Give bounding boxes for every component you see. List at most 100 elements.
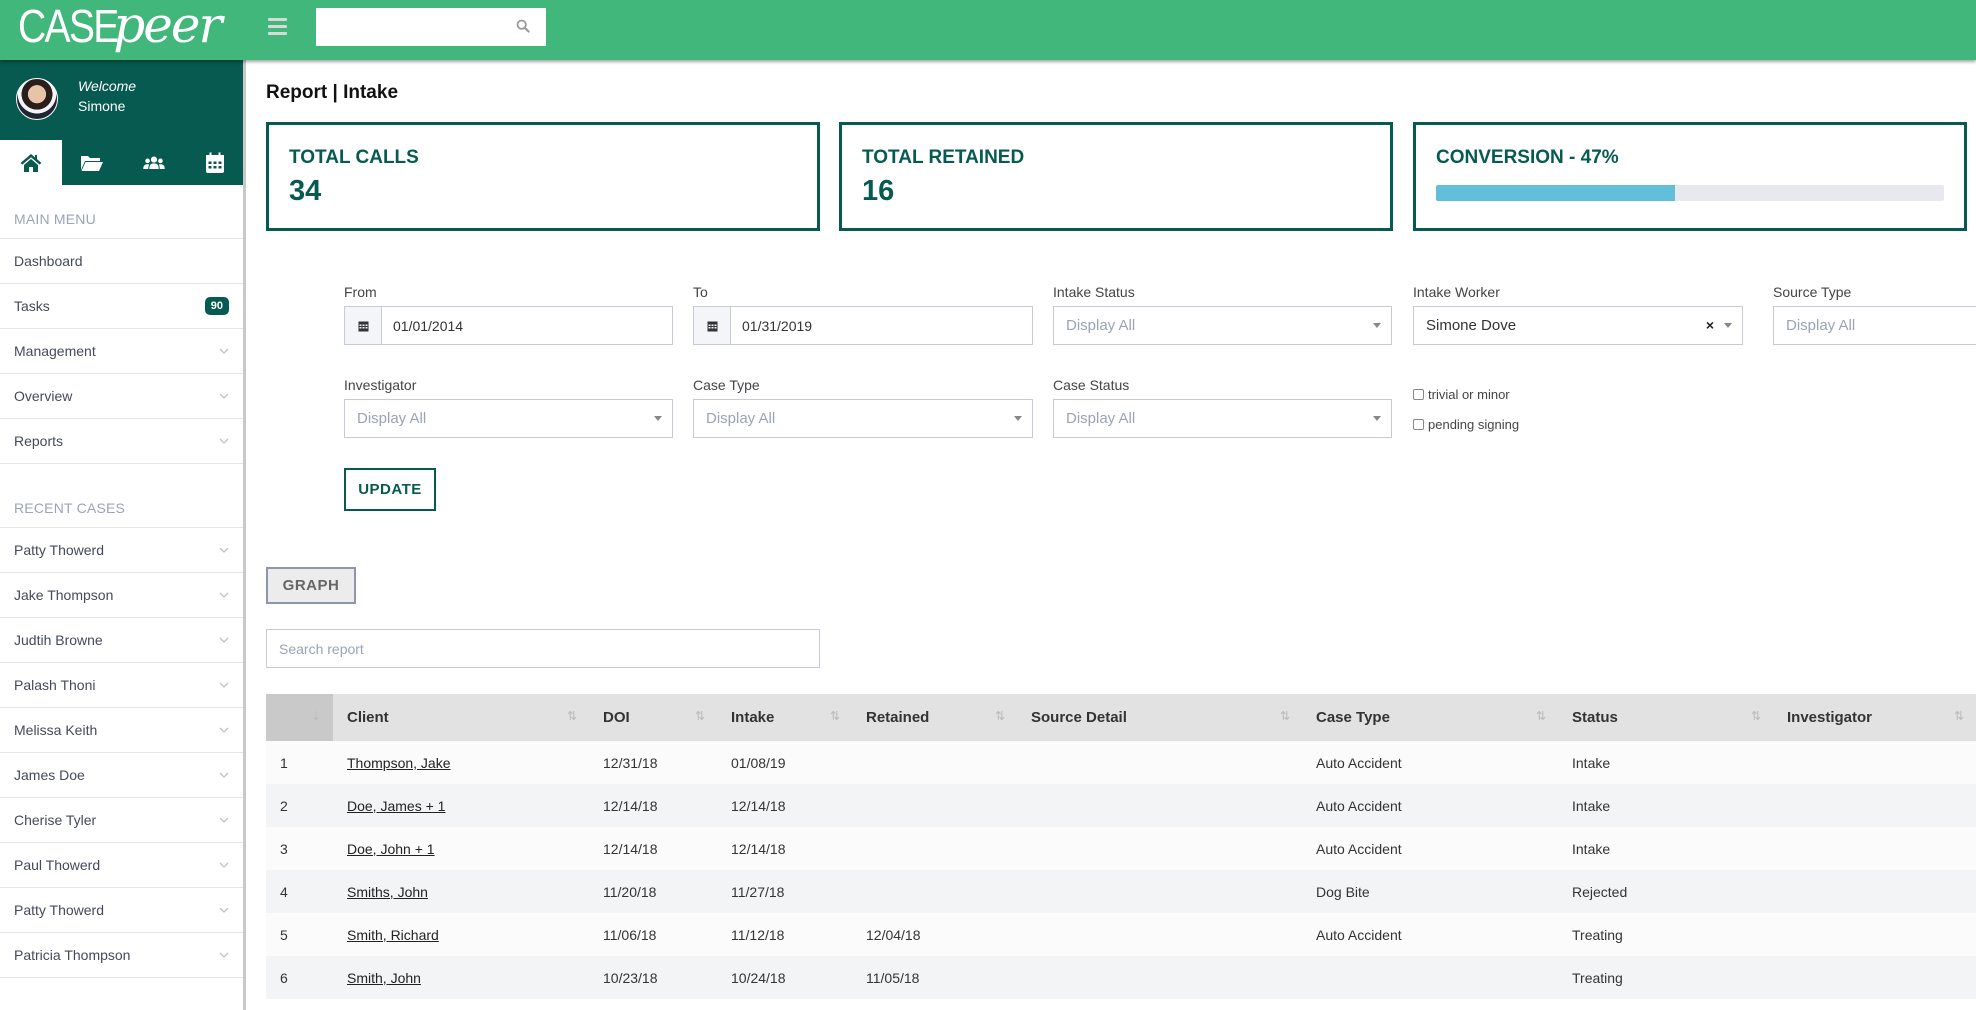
recent-case-label: James Doe <box>14 767 85 783</box>
recent-case-item[interactable]: James Doe <box>0 753 243 798</box>
cell-intake: 01/08/19 <box>717 741 852 784</box>
recent-case-item[interactable]: Patty Thowerd <box>0 888 243 933</box>
column-header-label: Client <box>347 709 389 726</box>
intake-worker-label: Intake Worker <box>1413 284 1500 300</box>
trivial-label: trivial or minor <box>1428 387 1510 402</box>
sidebar-item-overview[interactable]: Overview <box>0 374 243 419</box>
recent-case-item[interactable]: Patricia Thompson <box>0 933 243 978</box>
welcome-label: Welcome <box>78 78 137 94</box>
sidebar-item-management[interactable]: Management <box>0 329 243 374</box>
to-label: To <box>693 284 708 300</box>
sidebar-item-tasks[interactable]: Tasks 90 <box>0 284 243 329</box>
column-header-client[interactable]: Client ⇅ <box>333 694 589 741</box>
cell-client: Thompson, Jake <box>333 741 589 784</box>
chevron-down-icon <box>219 817 229 823</box>
tab-contacts[interactable] <box>123 140 185 185</box>
table-header-row: ⇣ Client ⇅ DOI ⇅ Intake ⇅ Retained ⇅ Source Detai… <box>266 694 1976 741</box>
intake-status-select[interactable]: Display All <box>1053 306 1392 345</box>
column-header-label: Intake <box>731 709 775 726</box>
sidebar-item-reports[interactable]: Reports <box>0 419 243 464</box>
column-header-label: DOI <box>603 709 630 726</box>
tab-home[interactable] <box>0 140 62 185</box>
checkbox-box[interactable] <box>1413 419 1424 430</box>
table-body: 1 Thompson, Jake 12/31/18 01/08/19 Auto Acci… <box>266 741 1976 999</box>
from-date-input[interactable] <box>382 307 672 344</box>
table-row[interactable]: 5 Smith, Richard 11/06/18 11/12/18 12/04/18 A… <box>266 913 1976 956</box>
chevron-down-icon <box>219 592 229 598</box>
sort-icon: ⇅ <box>566 709 577 723</box>
chevron-down-icon <box>219 862 229 868</box>
column-header-index[interactable]: ⇣ <box>266 694 333 741</box>
search-icon[interactable] <box>516 19 530 33</box>
search-report-input[interactable] <box>266 629 820 668</box>
conversion-progress-bar <box>1436 185 1944 201</box>
client-link[interactable]: Smith, Richard <box>347 927 439 943</box>
checkbox-box[interactable] <box>1413 389 1424 400</box>
case-status-select[interactable]: Display All <box>1053 399 1392 438</box>
chevron-down-icon <box>219 682 229 688</box>
investigator-select[interactable]: Display All <box>344 399 673 438</box>
table-row[interactable]: 2 Doe, James + 1 12/14/18 12/14/18 Auto Acci… <box>266 784 1976 827</box>
conversion-progress-fill <box>1436 185 1675 201</box>
hamburger-menu-icon[interactable] <box>268 18 287 36</box>
global-search-input[interactable] <box>316 8 546 46</box>
client-link[interactable]: Doe, James + 1 <box>347 798 445 814</box>
recent-case-item[interactable]: Paul Thowerd <box>0 843 243 888</box>
update-button[interactable]: UPDATE <box>344 468 436 511</box>
sidebar-item-dashboard[interactable]: Dashboard <box>0 239 243 284</box>
sort-icon: ⇅ <box>1535 709 1546 723</box>
sidebar-item-label: Dashboard <box>14 253 83 269</box>
cell-source-detail <box>1017 956 1302 999</box>
column-header-investigator[interactable]: Investigator ⇅ <box>1773 694 1976 741</box>
column-header-status[interactable]: Status ⇅ <box>1558 694 1773 741</box>
column-header-doi[interactable]: DOI ⇅ <box>589 694 717 741</box>
recent-case-item[interactable]: Jake Thompson <box>0 573 243 618</box>
table-row[interactable]: 6 Smith, John 10/23/18 10/24/18 11/05/18 Trea… <box>266 956 1976 999</box>
calendar-icon[interactable] <box>694 307 731 344</box>
table-row[interactable]: 1 Thompson, Jake 12/31/18 01/08/19 Auto Acci… <box>266 741 1976 784</box>
client-link[interactable]: Doe, John + 1 <box>347 841 435 857</box>
calendar-icon[interactable] <box>345 307 382 344</box>
client-link[interactable]: Smiths, John <box>347 884 428 900</box>
cell-case-type: Auto Accident <box>1302 827 1558 870</box>
column-header-retained[interactable]: Retained ⇅ <box>852 694 1017 741</box>
intake-worker-select[interactable]: Simone Dove × <box>1413 306 1743 345</box>
pending-signing-checkbox[interactable]: pending signing <box>1413 417 1519 432</box>
clear-icon[interactable]: × <box>1706 317 1714 333</box>
avatar[interactable] <box>16 78 58 120</box>
cell-investigator <box>1773 956 1976 999</box>
client-link[interactable]: Smith, John <box>347 970 421 986</box>
sidebar-item-label: Management <box>14 343 96 359</box>
case-type-select[interactable]: Display All <box>693 399 1033 438</box>
trivial-checkbox[interactable]: trivial or minor <box>1413 387 1510 402</box>
caret-down-icon <box>654 416 662 421</box>
cell-status: Treating <box>1558 956 1773 999</box>
case-type-value: Display All <box>706 410 776 427</box>
graph-button[interactable]: GRAPH <box>266 567 356 604</box>
client-link[interactable]: Thompson, Jake <box>347 755 451 771</box>
to-date-input[interactable] <box>731 307 1032 344</box>
cell-doi: 11/06/18 <box>589 913 717 956</box>
column-header-case-type[interactable]: Case Type ⇅ <box>1302 694 1558 741</box>
recent-case-item[interactable]: Cherise Tyler <box>0 798 243 843</box>
recent-case-item[interactable]: Patty Thowerd <box>0 528 243 573</box>
column-header-source-detail[interactable]: Source Detail ⇅ <box>1017 694 1302 741</box>
column-header-intake[interactable]: Intake ⇅ <box>717 694 852 741</box>
cell-investigator <box>1773 870 1976 913</box>
column-header-label: Source Detail <box>1031 709 1127 726</box>
total-retained-label: TOTAL RETAINED <box>862 147 1025 168</box>
table-row[interactable]: 4 Smiths, John 11/20/18 11/27/18 Dog Bite Rej… <box>266 870 1976 913</box>
recent-case-item[interactable]: Melissa Keith <box>0 708 243 753</box>
tab-calendar[interactable] <box>185 140 247 185</box>
source-type-select[interactable]: Display All <box>1773 306 1976 345</box>
recent-case-item[interactable]: Palash Thoni <box>0 663 243 708</box>
column-header-label: Retained <box>866 709 930 726</box>
casepeer-logo[interactable]: CASE peer <box>18 0 222 60</box>
total-calls-value: 34 <box>289 175 322 207</box>
cell-index: 2 <box>266 784 333 827</box>
tab-cases[interactable] <box>62 140 124 185</box>
logo-peer-text: peer <box>113 0 222 54</box>
table-row[interactable]: 3 Doe, John + 1 12/14/18 12/14/18 Auto Accid… <box>266 827 1976 870</box>
investigator-label: Investigator <box>344 377 417 393</box>
recent-case-item[interactable]: Judtih Browne <box>0 618 243 663</box>
